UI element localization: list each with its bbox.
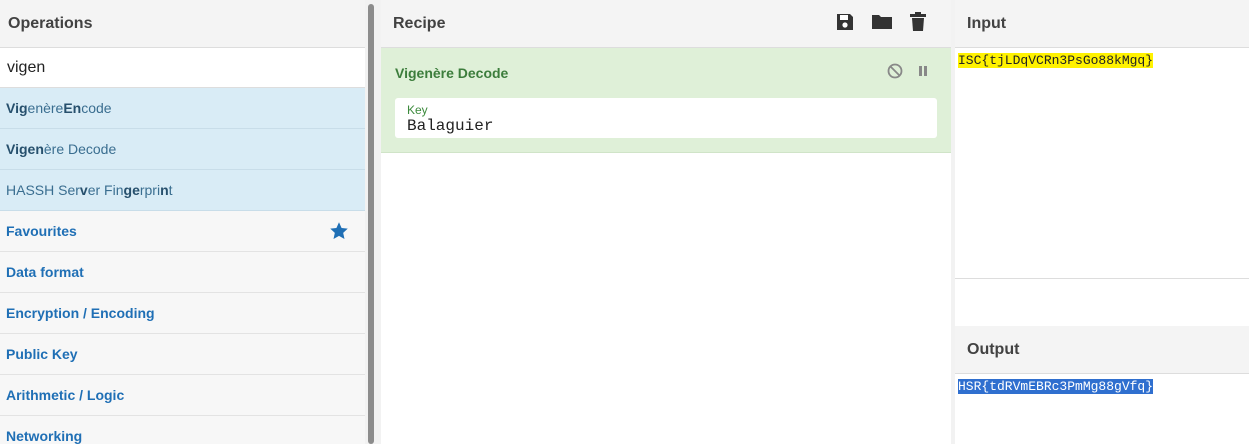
input-textarea[interactable]: ISC{tjLDqVCRn3PsGo88kMgq} [955,48,1249,73]
category-list: Favourites Data format Encryption / Encodi… [0,211,365,444]
result-text: HASSH Ser [6,182,80,198]
output-title: Output [967,340,1020,358]
pause-icon[interactable] [917,64,929,83]
result-text: Vigen [6,141,44,157]
search-result-item[interactable]: HASSH Ser v er Fin ge rpri n t [0,170,365,211]
input-header: Input [955,0,1249,48]
category-label: Networking [6,428,83,444]
category-label: Arithmetic / Logic [6,387,125,403]
operations-search-input[interactable]: vigen [0,48,365,88]
result-text: v [79,182,88,198]
category-item[interactable]: Arithmetic / Logic [0,375,365,416]
trash-icon[interactable] [909,12,927,32]
result-text: Vig [6,100,28,116]
result-text: code [81,100,112,116]
star-icon [330,222,348,239]
result-text: t [168,182,173,198]
disable-icon[interactable] [887,63,903,84]
recipe-header: Recipe [381,0,951,48]
recipe-pane: Recipe Vigenère Decode Key Balaguier [381,0,951,444]
output-header: Output [955,326,1249,374]
result-text: n [160,182,169,198]
output-textarea[interactable]: HSR{tdRVmEBRc3PmMg88gVfq} [955,374,1249,399]
result-text: ge [123,182,140,198]
search-value: vigen [7,58,46,76]
category-label: Encryption / Encoding [6,305,155,321]
operations-title: Operations [8,14,93,32]
category-label: Favourites [6,223,77,239]
input-text: ISC{tjLDqVCRn3PsGo88kMgq} [958,53,1154,68]
result-text: er Fin [87,182,124,198]
category-item[interactable]: Favourites [0,211,365,252]
recipe-title: Recipe [393,14,446,32]
folder-icon[interactable] [871,12,893,32]
operation-name: Vigenère Decode [395,65,509,81]
category-item[interactable]: Public Key [0,334,365,375]
operations-pane: Operations vigen Vig enère En code Vigen ère… [0,0,365,444]
recipe-operation-card[interactable]: Vigenère Decode Key Balaguier [381,48,951,153]
search-results: Vig enère En code Vigen ère Decode HASSH Ser v… [0,88,365,211]
result-text: En [63,100,82,116]
key-field[interactable]: Key Balaguier [395,98,937,138]
category-label: Public Key [6,346,78,362]
key-label: Key [407,103,428,117]
save-icon[interactable] [835,12,855,32]
search-result-item[interactable]: Vigen ère Decode [0,129,365,170]
input-title: Input [967,14,1007,32]
search-result-item[interactable]: Vig enère En code [0,88,365,129]
scrollbar[interactable] [368,4,374,444]
key-value: Balaguier [407,117,494,135]
result-text: rpri [139,182,161,198]
category-item[interactable]: Data format [0,252,365,293]
input-panel: Input ISC{tjLDqVCRn3PsGo88kMgq} [955,0,1249,279]
operations-header: Operations [0,0,365,48]
category-label: Data format [6,264,84,280]
io-pane: Input ISC{tjLDqVCRn3PsGo88kMgq} Output H… [955,0,1249,444]
ops-recipe-divider[interactable] [365,0,381,444]
result-text: enère [27,100,64,116]
category-item[interactable]: Encryption / Encoding [0,293,365,334]
category-item[interactable]: Networking [0,416,365,444]
output-text: HSR{tdRVmEBRc3PmMg88gVfq} [958,379,1154,394]
output-panel: Output HSR{tdRVmEBRc3PmMg88gVfq} [955,326,1249,399]
result-text: ère Decode [43,141,117,157]
